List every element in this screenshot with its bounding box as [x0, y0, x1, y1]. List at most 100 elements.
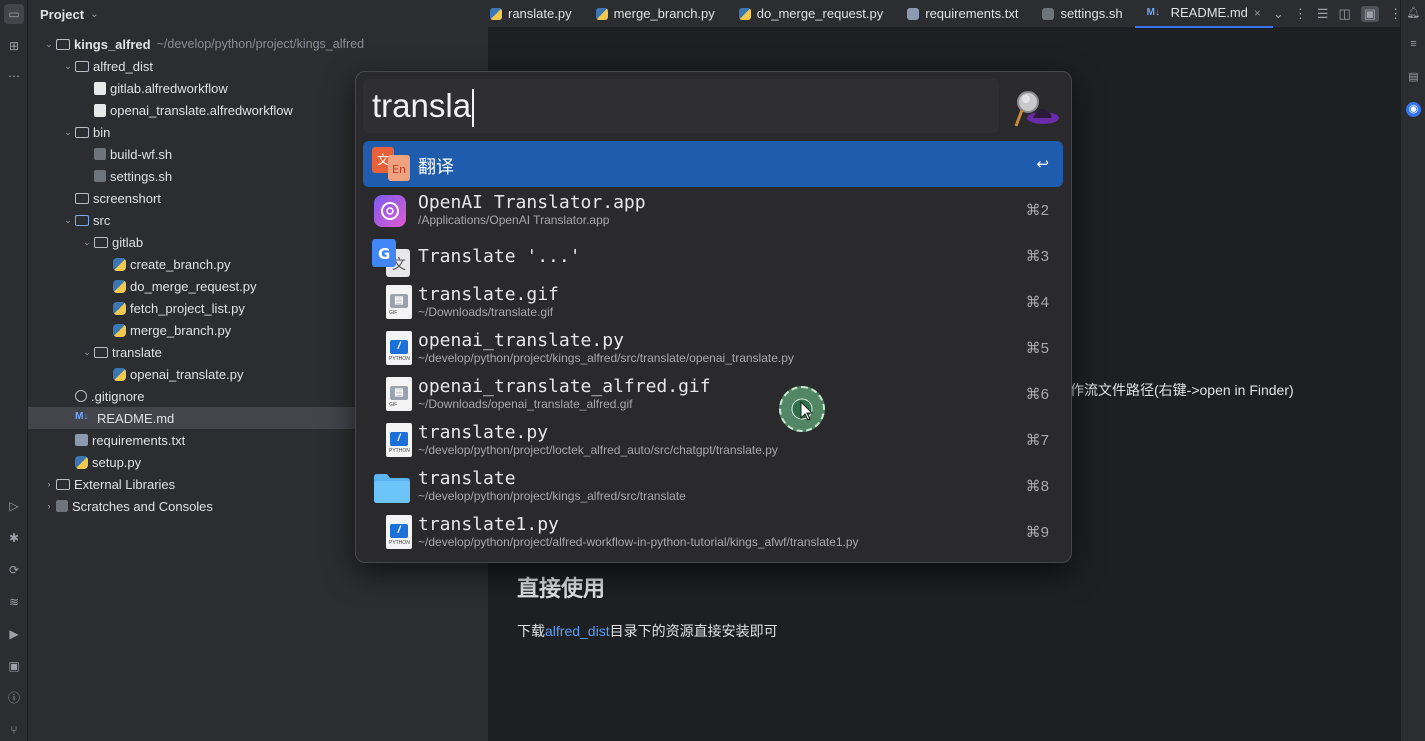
editor-tab[interactable]: merge_branch.py	[584, 0, 727, 28]
tree-item[interactable]: ⌄ kings_alfred ~/develop/python/project/ki…	[28, 33, 488, 55]
alfred-hat-icon[interactable]	[1011, 82, 1061, 130]
alfred-result-item[interactable]: / PYTHON translate.py ~/develop/python/proj…	[363, 417, 1063, 463]
python-file-icon	[75, 455, 88, 469]
more-tools-icon[interactable]: ⋯	[4, 66, 24, 86]
alfred-search-field[interactable]: transla	[363, 79, 999, 133]
python-file-icon	[595, 7, 608, 20]
tab-label: do_merge_request.py	[756, 6, 884, 21]
left-activity-bar: ▭ ⊞ ⋯ ▷ ✱ ⟳ ≋ ▶ ▣ ⓘ ⑂	[0, 0, 28, 741]
right-tool-bar: 🔔︎ ≡ ▤ ◉	[1400, 0, 1425, 741]
alfred-result-item[interactable]: ▤ GIF translate.gif ~/Downloads/translate.g…	[363, 279, 1063, 325]
project-panel-title: Project	[40, 6, 85, 22]
alfred-result-item[interactable]: / PYTHON translate1.py ~/develop/python/pro…	[363, 509, 1063, 555]
alfred-result-item[interactable]: translate ~/develop/python/project/kings_…	[363, 463, 1063, 509]
pointer-icon	[791, 398, 814, 421]
tab-label: ranslate.py	[508, 6, 572, 21]
folder-icon	[75, 126, 89, 138]
result-shortcut: ⌘7	[1025, 432, 1049, 449]
editor-tab[interactable]: do_merge_request.py	[727, 0, 895, 28]
python-file-icon	[113, 257, 126, 271]
tree-item-label: openai_translate.py	[130, 366, 244, 382]
alfred-result-item[interactable]: 文 En 翻译 ↩	[363, 141, 1063, 187]
alfred-result-item[interactable]: ▤ GIF openai_translate_alfred.gif ~/Downloa…	[363, 371, 1063, 417]
alfred-result-item[interactable]: OpenAI Translator.app/Applications/OpenA…	[363, 187, 1063, 233]
close-icon[interactable]: ×	[1254, 6, 1261, 20]
chevron-down-icon[interactable]: ⌄	[42, 39, 56, 50]
chevron-down-icon[interactable]: ⌄	[61, 127, 75, 138]
result-title: openai_translate_alfred.gif	[418, 376, 711, 397]
result-subtitle: ~/Downloads/openai_translate_alfred.gif	[418, 397, 633, 411]
git-icon[interactable]: ⑂	[4, 720, 24, 740]
gitignore-icon	[75, 390, 87, 402]
result-shortcut: ⌘6	[1025, 386, 1049, 403]
project-path: ~/develop/python/project/kings_alfred	[156, 37, 365, 51]
result-title: openai_translate.py	[418, 330, 624, 351]
chevron-down-icon[interactable]: ⌄	[61, 215, 75, 226]
result-shortcut: ⌘9	[1025, 524, 1049, 541]
scratches-icon	[56, 500, 68, 512]
mouse-cursor-highlight	[779, 386, 825, 432]
problems-icon[interactable]: ⓘ	[4, 688, 24, 708]
editor-tab[interactable]: M↓ README.md ×	[1134, 0, 1273, 28]
debug-icon[interactable]: ✱	[4, 528, 24, 548]
run-icon[interactable]: ▷	[4, 496, 24, 516]
chevron-down-icon[interactable]: ⌄	[1273, 6, 1284, 22]
preview-only-icon[interactable]: ▣	[1360, 5, 1380, 22]
editor-tab[interactable]: settings.sh	[1030, 0, 1134, 28]
tree-item-label: kings_alfred	[74, 36, 151, 52]
tree-item-label: setup.py	[92, 454, 142, 470]
python-doc-icon: / PYTHON	[372, 331, 412, 367]
folder-icon	[372, 469, 410, 505]
layers-icon[interactable]: ≋	[4, 592, 24, 612]
tree-item-label: External Libraries	[74, 476, 176, 492]
result-subtitle: /Applications/OpenAI Translator.app	[418, 213, 610, 227]
project-panel-header[interactable]: Project ⌄	[28, 0, 488, 28]
services-icon[interactable]: ▶	[4, 624, 24, 644]
database-icon[interactable]: ≡	[1406, 38, 1421, 53]
python-packages-icon[interactable]: ⟳	[4, 560, 24, 580]
chevron-right-icon[interactable]: ›	[42, 501, 56, 511]
tree-item-label: build-wf.sh	[110, 146, 173, 162]
editor-tab[interactable]: ranslate.py	[488, 0, 584, 28]
alfred-result-item[interactable]: 文 G Translate '...' ⌘3	[363, 233, 1063, 279]
tree-item-label: create_branch.py	[130, 256, 231, 272]
result-shortcut: ⌘2	[1025, 202, 1049, 219]
chevron-down-icon[interactable]: ⌄	[80, 347, 94, 358]
gif-file-icon: ▤ GIF	[372, 285, 412, 321]
tree-item-label: merge_branch.py	[130, 322, 232, 338]
markdown-icon: M↓	[1146, 6, 1160, 18]
tab-label: requirements.txt	[925, 6, 1019, 21]
structure-tool-icon[interactable]: ⊞	[4, 36, 24, 56]
tree-item-label: settings.sh	[110, 168, 173, 184]
result-subtitle: ~/develop/python/project/loctek_alfred_a…	[418, 443, 778, 457]
project-tool-icon[interactable]: ▭	[4, 4, 24, 24]
sciview-icon[interactable]: ▤	[1406, 70, 1421, 85]
result-subtitle: ~/Downloads/translate.gif	[418, 305, 554, 319]
tree-item-label: Scratches and Consoles	[72, 498, 213, 514]
alfred-query: transla	[372, 87, 472, 124]
preview-partial-line: 作流文件路径(右键->open in Finder)	[1070, 382, 1294, 398]
notifications-icon[interactable]: 🔔︎	[1406, 6, 1421, 21]
split-view-icon[interactable]: ◫	[1338, 6, 1350, 22]
alfred-dist-link[interactable]: alfred_dist	[545, 623, 610, 639]
chevron-down-icon[interactable]: ⌄	[61, 61, 75, 72]
result-shortcut: ⌘8	[1025, 478, 1049, 495]
python-file-icon	[738, 7, 751, 20]
result-subtitle: ~/develop/python/project/alfred-workflow…	[418, 535, 859, 549]
paragraph-prefix: 下载	[517, 623, 545, 639]
python-doc-icon: / PYTHON	[372, 515, 412, 551]
tab-label: settings.sh	[1060, 6, 1123, 21]
tab-label: merge_branch.py	[613, 6, 715, 21]
tree-item-label: src	[93, 212, 111, 228]
editor-tab[interactable]: requirements.txt	[895, 0, 1030, 28]
terminal-icon[interactable]: ▣	[4, 656, 24, 676]
more-icon[interactable]: ⋮	[1294, 6, 1307, 22]
alfred-result-item[interactable]: / PYTHON openai_translate.py ~/develop/pyth…	[363, 325, 1063, 371]
chevron-right-icon[interactable]: ›	[42, 479, 56, 489]
folder-icon	[56, 38, 70, 50]
chevron-down-icon[interactable]: ⌄	[80, 237, 94, 248]
ide-window: ▭ ⊞ ⋯ ▷ ✱ ⟳ ≋ ▶ ▣ ⓘ ⑂ Project ⌄ ⌄ kings_a…	[0, 0, 1425, 741]
ai-assistant-icon[interactable]: ◉	[1406, 102, 1421, 117]
result-subtitle: ~/develop/python/project/kings_alfred/sr…	[418, 351, 794, 365]
editor-only-icon[interactable]: ☰	[1317, 6, 1329, 22]
